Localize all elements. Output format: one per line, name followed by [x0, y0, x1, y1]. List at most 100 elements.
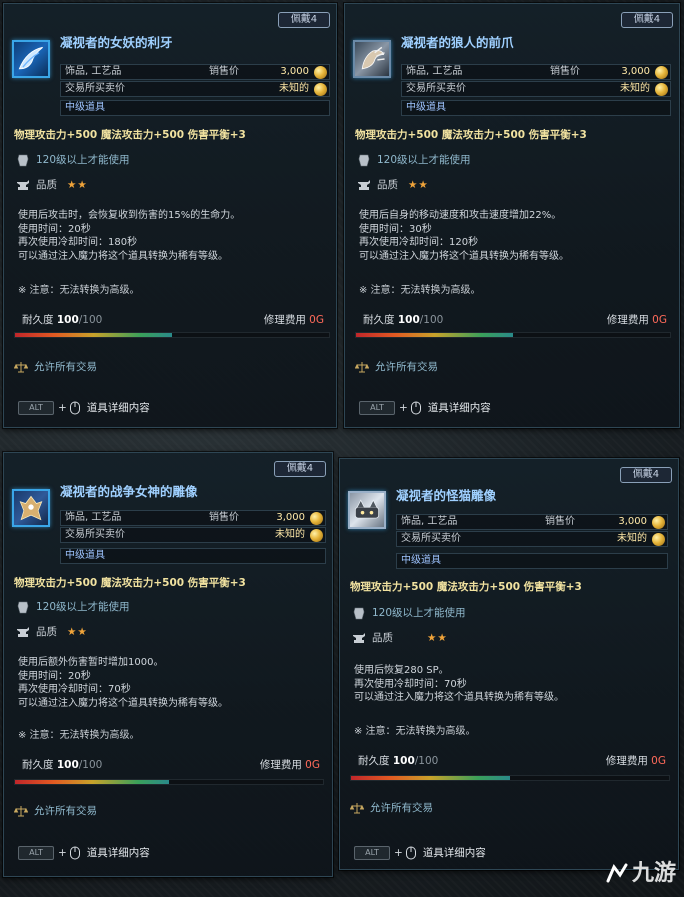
description: 使用后自身的移动速度和攻击速度增加22%。 使用时间：30秒 再次使用冷却时间：…: [359, 209, 569, 263]
desc-line: 使用后自身的移动速度和攻击速度增加22%。: [359, 210, 562, 221]
alt-key-icon: ALT: [359, 401, 395, 415]
anvil-icon: [353, 633, 365, 643]
item-tooltip-banshee-fang: 佩戴4 凝视者的女妖的利牙 饰品, 工艺品 销售价 3,000 交易所买卖价 未…: [3, 3, 337, 428]
quality-stars: ★★: [67, 626, 88, 638]
level-requirement: 120级以上才能使用: [357, 152, 471, 168]
grade-row: 中级道具: [60, 100, 330, 116]
type-price-row: 饰品, 工艺品 销售价 3,000: [60, 64, 330, 80]
watermark-text: 九游: [631, 861, 676, 886]
desc-line: 可以通过注入魔力将这个道具转换为稀有等级。: [18, 697, 228, 709]
type-price-row: 饰品, 工艺品 销售价 3,000: [401, 64, 671, 80]
trade-label: 交易所买卖价: [65, 83, 125, 94]
mouse-icon: [69, 846, 80, 860]
anvil-icon: [17, 180, 29, 190]
plus-sign: +: [399, 402, 408, 414]
durability-value: 100: [56, 314, 79, 326]
desc-line: 使用后恢复280 SP。: [354, 665, 449, 676]
durability-bar: [14, 332, 330, 338]
trade-price: 未知的: [275, 529, 305, 540]
upgrade-note: ※ 注意：无法转换为高级。: [18, 730, 140, 741]
level-requirement: 120级以上才能使用: [16, 152, 130, 168]
gold-coin-icon: [652, 533, 665, 546]
description: 使用后恢复280 SP。 再次使用冷却时间：70秒 可以通过注入魔力将这个道具转…: [354, 664, 564, 705]
scales-icon: [14, 362, 28, 373]
durability-value: 100: [397, 314, 420, 326]
durability-label: 耐久度: [22, 314, 54, 326]
durability-bar: [355, 332, 671, 338]
level-requirement: 120级以上才能使用: [352, 605, 466, 621]
repair-cost: 修理费用 0G: [264, 312, 324, 327]
description: 使用后攻击时，会恢复收到伤害的15%的生命力。 使用时间：20秒 再次使用冷却时…: [18, 209, 240, 263]
alt-detail-text: 道具详细内容: [422, 847, 486, 859]
trade-price: 未知的: [617, 533, 647, 544]
alt-detail-hint: ALT + 道具详细内容: [359, 400, 491, 415]
plus-sign: +: [58, 847, 67, 859]
desc-line: 再次使用冷却时间：70秒: [18, 684, 131, 696]
sell-price: 3,000: [276, 512, 305, 523]
desc-line: 再次使用冷却时间：70秒: [354, 678, 467, 690]
gold-coin-icon: [310, 529, 323, 542]
scales-icon: [355, 362, 369, 373]
item-title: 凝视者的战争女神的雕像: [60, 484, 198, 499]
trade-price-row: 交易所买卖价 未知的: [401, 81, 671, 97]
anvil-icon: [358, 180, 370, 190]
durability-bar-fill: [15, 780, 169, 784]
gold-coin-icon: [655, 66, 668, 79]
item-tooltip-monster-cat-statue: 佩戴4 凝视者的怪猫雕像 饰品, 工艺品 销售价 3,000 交易所买卖价 未知…: [339, 458, 679, 870]
mouse-icon: [405, 846, 416, 860]
item-tooltip-war-goddess-statue: 佩戴4 凝视者的战争女神的雕像 饰品, 工艺品 销售价 3,000 交易所买卖价…: [3, 452, 333, 877]
durability-bar-fill: [356, 333, 513, 337]
repair-cost: 修理费用 0G: [260, 757, 320, 772]
trade-price-row: 交易所买卖价 未知的: [60, 81, 330, 97]
alt-detail-hint: ALT + 道具详细内容: [354, 845, 486, 860]
sell-price: 3,000: [621, 66, 650, 77]
gold-coin-icon: [655, 83, 668, 96]
durability: 耐久度 100/100: [22, 757, 102, 772]
item-title: 凝视者的女妖的利牙: [60, 35, 173, 50]
mouse-icon: [410, 401, 421, 415]
stats-line: 物理攻击力+500 魔法攻击力+500 伤害平衡+3: [14, 129, 246, 141]
quality-row: 品质 ★★: [357, 177, 429, 193]
armor-icon: [17, 601, 29, 614]
item-grade: 中级道具: [406, 102, 446, 113]
alt-key-icon: ALT: [18, 846, 54, 860]
sell-price: 3,000: [618, 516, 647, 527]
trade-permission: 允许所有交易: [355, 359, 438, 375]
trade-label: 交易所买卖价: [406, 83, 466, 94]
description: 使用后额外伤害暂时增加1000。 使用时间：20秒 再次使用冷却时间：70秒 可…: [18, 656, 228, 710]
armor-icon: [358, 154, 370, 167]
item-title: 凝视者的怪猫雕像: [396, 488, 497, 503]
trade-price: 未知的: [279, 83, 309, 94]
upgrade-note: ※ 注意：无法转换为高级。: [18, 285, 140, 296]
sell-price: 3,000: [280, 66, 309, 77]
mouse-icon: [69, 401, 80, 415]
site-watermark: 九游: [604, 855, 676, 887]
durability-label: 耐久度: [22, 759, 54, 771]
grade-row: 中级道具: [396, 553, 668, 569]
quality-stars: ★★: [67, 179, 88, 191]
item-type: 饰品, 工艺品: [406, 66, 463, 77]
equip-slot-tag: 佩戴4: [620, 467, 672, 483]
alt-detail-text: 道具详细内容: [427, 402, 491, 414]
upgrade-note: ※ 注意：无法转换为高级。: [354, 726, 476, 737]
alt-detail-text: 道具详细内容: [86, 847, 150, 859]
scales-icon: [14, 806, 28, 817]
trade-text: 允许所有交易: [34, 361, 97, 373]
durability-bar: [14, 779, 324, 785]
desc-line: 再次使用冷却时间：120秒: [359, 237, 479, 249]
durability-value: 100: [56, 759, 79, 771]
trade-permission: 允许所有交易: [350, 800, 433, 816]
trade-price-row: 交易所买卖价 未知的: [60, 527, 326, 543]
stats-line: 物理攻击力+500 魔法攻击力+500 伤害平衡+3: [350, 581, 582, 593]
war-goddess-statue-icon: [12, 489, 50, 527]
grade-row: 中级道具: [60, 548, 326, 564]
repair-cost-value: 0G: [305, 759, 320, 771]
desc-line: 使用时间：20秒: [18, 223, 91, 235]
trade-text: 允许所有交易: [370, 802, 433, 814]
desc-line: 使用后攻击时，会恢复收到伤害的15%的生命力。: [18, 210, 241, 221]
scales-icon: [350, 803, 364, 814]
repair-cost-value: 0G: [652, 314, 667, 326]
desc-line: 可以通过注入魔力将这个道具转换为稀有等级。: [359, 250, 569, 262]
level-requirement: 120级以上才能使用: [16, 599, 130, 615]
nine-game-logo-icon: [606, 863, 628, 883]
